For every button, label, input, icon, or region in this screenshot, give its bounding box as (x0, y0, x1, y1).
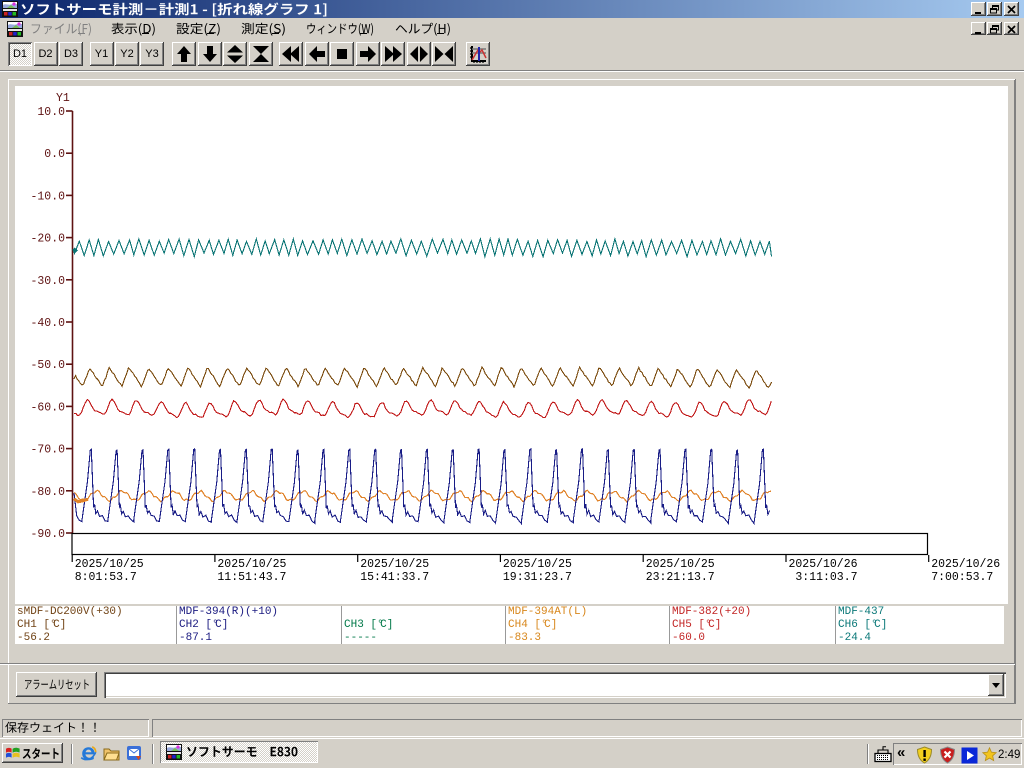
svg-text:-60.0: -60.0 (30, 401, 65, 414)
svg-text:2025/10/25: 2025/10/25 (217, 558, 286, 571)
svg-text:15:41:33.7: 15:41:33.7 (360, 571, 429, 584)
svg-text:3:11:03.7: 3:11:03.7 (789, 571, 858, 584)
svg-text:-40.0: -40.0 (30, 317, 65, 330)
svg-text:-90.0: -90.0 (30, 528, 65, 541)
svg-text:-70.0: -70.0 (30, 444, 65, 457)
svg-text:2025/10/25: 2025/10/25 (360, 558, 429, 571)
svg-text:0.0: 0.0 (44, 148, 65, 161)
svg-text:2025/10/25: 2025/10/25 (646, 558, 715, 571)
svg-text:-80.0: -80.0 (30, 486, 65, 499)
svg-text:23:21:13.7: 23:21:13.7 (646, 571, 715, 584)
svg-text:19:31:23.7: 19:31:23.7 (503, 571, 572, 584)
svg-text:2025/10/26: 2025/10/26 (789, 558, 858, 571)
svg-text:10.0: 10.0 (37, 106, 65, 119)
svg-text:11:51:43.7: 11:51:43.7 (217, 571, 286, 584)
svg-text:2025/10/25: 2025/10/25 (503, 558, 572, 571)
svg-text:-50.0: -50.0 (30, 359, 65, 372)
svg-text:-30.0: -30.0 (30, 275, 65, 288)
svg-text:2025/10/25: 2025/10/25 (75, 558, 144, 571)
svg-text:7:00:53.7: 7:00:53.7 (931, 571, 993, 584)
svg-text:Y1: Y1 (56, 92, 70, 105)
svg-text:-20.0: -20.0 (30, 233, 65, 246)
svg-text:2025/10/26: 2025/10/26 (931, 558, 1000, 571)
svg-text:8:01:53.7: 8:01:53.7 (75, 571, 137, 584)
svg-text:-10.0: -10.0 (30, 190, 65, 203)
